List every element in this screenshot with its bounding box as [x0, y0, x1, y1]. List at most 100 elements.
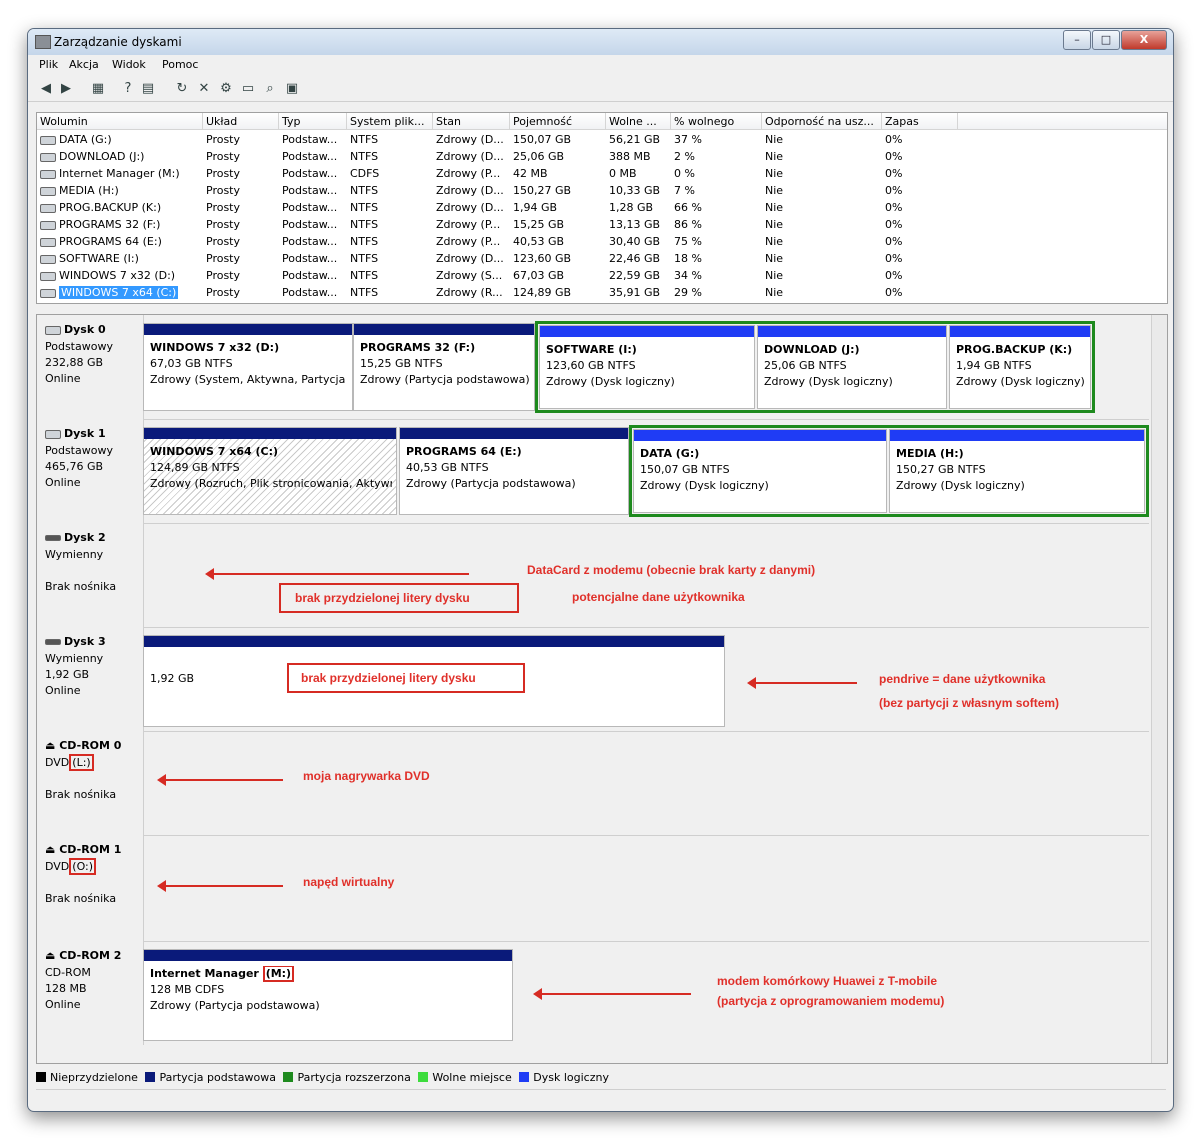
partition-bar	[540, 326, 754, 337]
annotation-virtual-drive: napęd wirtualny	[303, 875, 395, 889]
delete-icon[interactable]: ✕	[196, 81, 212, 97]
disk-size: 232,88 GB	[45, 356, 104, 369]
partition-bar	[354, 324, 534, 335]
close-button[interactable]: X	[1121, 30, 1167, 50]
disk-0-label[interactable]: Dysk 0 Podstawowy 232,88 GB Online	[37, 315, 144, 419]
volume-icon	[40, 237, 56, 247]
disk-icon	[45, 325, 61, 335]
cdrom-0-label[interactable]: ⏏ CD-ROM 0 DVD (L:) Brak nośnika	[37, 731, 144, 835]
partition-software[interactable]: SOFTWARE (I:) 123,60 GB NTFS Zdrowy (Dysk …	[539, 325, 755, 409]
disk-icon	[45, 429, 61, 439]
annotation-arrow	[533, 988, 691, 1000]
cdrom-2-label[interactable]: ⏏ CD-ROM 2 CD-ROM 128 MB Online	[37, 941, 144, 1045]
disk-name: CD-ROM 1	[59, 843, 122, 856]
volume-row[interactable]: DATA (G:) Prosty Podstaw... NTFS Zdrowy (D..…	[37, 131, 1167, 148]
disk-1-label[interactable]: Dysk 1 Podstawowy 465,76 GB Online	[37, 419, 144, 523]
partition-media[interactable]: MEDIA (H:) 150,27 GB NTFS Zdrowy (Dysk log…	[889, 429, 1145, 513]
legend-swatch-extended	[283, 1072, 294, 1082]
volume-cell: Podstaw...	[282, 252, 338, 265]
cdrom-1-label[interactable]: ⏏ CD-ROM 1 DVD (O:) Brak nośnika	[37, 835, 144, 941]
toolbar: ◀ ▶ ▦ ? ▤ ↻ ✕ ⚙ ▭ ⌕ ▣	[28, 77, 1173, 102]
volume-row[interactable]: Internet Manager (M:) Prosty Podstaw... CDF…	[37, 165, 1167, 182]
maximize-button[interactable]: □	[1092, 30, 1120, 50]
partition-size: 123,60 GB NTFS	[546, 359, 636, 372]
menu-akcja[interactable]: Akcja	[69, 58, 99, 71]
open-folder-icon[interactable]: ▭	[240, 81, 256, 97]
partition-prog-backup[interactable]: PROG.BACKUP (K:) 1,94 GB NTFS Zdrowy (Dysk…	[949, 325, 1091, 409]
volume-name-cell: PROG.BACKUP (K:)	[40, 199, 161, 216]
disk-3-label[interactable]: Dysk 3 Wymienny 1,92 GB Online	[37, 627, 144, 731]
volume-cell: 22,59 GB	[609, 269, 661, 282]
partition-state: Zdrowy (Partycja podstawowa)	[406, 477, 576, 490]
volume-cell: 0%	[885, 201, 903, 214]
volume-row[interactable]: PROG.BACKUP (K:) Prosty Podstaw... NTFS Zdro…	[37, 199, 1167, 216]
partition-windows7-x64[interactable]: WINDOWS 7 x64 (C:) 124,89 GB NTFS Zdrowy (…	[143, 427, 397, 515]
volume-cell: Zdrowy (D...	[436, 201, 504, 214]
volume-cell: Nie	[765, 150, 784, 163]
menu-plik[interactable]: Plik	[39, 58, 58, 71]
legend: Nieprzydzielone Partycja podstawowa Part…	[36, 1069, 609, 1087]
menu-widok[interactable]: Widok	[112, 58, 146, 71]
search-icon[interactable]: ⌕	[262, 81, 278, 97]
volume-row[interactable]: PROGRAMS 64 (E:) Prosty Podstaw... NTFS Zdro…	[37, 233, 1167, 250]
volume-row[interactable]: DOWNLOAD (J:) Prosty Podstaw... NTFS Zdrowy …	[37, 148, 1167, 165]
partition-data[interactable]: DATA (G:) 150,07 GB NTFS Zdrowy (Dysk logi…	[633, 429, 887, 513]
title-bar[interactable]: Zarządzanie dyskami – □ X	[28, 29, 1173, 55]
settings-icon[interactable]: ⚙	[218, 81, 234, 97]
partition-programs32[interactable]: PROGRAMS 32 (F:) 15,25 GB NTFS Zdrowy (Par…	[353, 323, 535, 411]
partition-internet-manager[interactable]: Internet Manager (M:) 128 MB CDFS Zdrowy (…	[143, 949, 513, 1041]
volume-row[interactable]: PROGRAMS 32 (F:) Prosty Podstaw... NTFS Zdro…	[37, 216, 1167, 233]
menu-pomoc[interactable]: Pomoc	[162, 58, 198, 71]
partition-state: Zdrowy (Rozruch, Plik stronicowania, Akt…	[150, 477, 392, 490]
disk-2-label[interactable]: Dysk 2 Wymienny Brak nośnika	[37, 523, 144, 627]
volume-cell: NTFS	[350, 133, 379, 146]
partition-programs64[interactable]: PROGRAMS 64 (E:) 40,53 GB NTFS Zdrowy (Par…	[399, 427, 629, 515]
window-title: Zarządzanie dyskami	[54, 35, 182, 49]
disk-type: DVD	[45, 756, 70, 769]
back-icon[interactable]: ◀	[38, 81, 54, 97]
col-wolumin[interactable]: Wolumin	[37, 113, 203, 130]
annotation-user-data: potencjalne dane użytkownika	[572, 590, 745, 604]
col-pojemnosc[interactable]: Pojemność	[510, 113, 606, 130]
properties-grid-icon[interactable]: ▦	[90, 81, 106, 97]
disk-2-row: Dysk 2 Wymienny Brak nośnika DataCard z …	[37, 523, 1149, 628]
volume-cell: Podstaw...	[282, 184, 338, 197]
refresh-icon[interactable]: ↻	[174, 81, 190, 97]
volume-name-cell: MEDIA (H:)	[40, 182, 119, 199]
col-uklad[interactable]: Układ	[203, 113, 279, 130]
forward-icon[interactable]: ▶	[58, 81, 74, 97]
volume-row[interactable]: WINDOWS 7 x32 (D:) Prosty Podstaw... NTFS Zd…	[37, 267, 1167, 284]
partition-download[interactable]: DOWNLOAD (J:) 25,06 GB NTFS Zdrowy (Dysk l…	[757, 325, 947, 409]
volume-cell: 66 %	[674, 201, 702, 214]
volume-cell: 67,03 GB	[513, 269, 565, 282]
volume-cell: 1,94 GB	[513, 201, 558, 214]
disk-wizard-icon[interactable]: ▣	[284, 81, 300, 97]
volume-cell: Zdrowy (P...	[436, 235, 501, 248]
disk-name: CD-ROM 2	[59, 949, 122, 962]
minimize-button[interactable]: –	[1063, 30, 1091, 50]
volume-cell: 124,89 GB	[513, 286, 572, 299]
col-zapas[interactable]: Zapas	[882, 113, 958, 130]
help-icon[interactable]: ?	[120, 81, 136, 97]
vertical-scrollbar[interactable]	[1151, 315, 1167, 1063]
volume-cell: Nie	[765, 235, 784, 248]
col-stan[interactable]: Stan	[433, 113, 510, 130]
volume-cell: 18 %	[674, 252, 702, 265]
partition-windows7-x32[interactable]: WINDOWS 7 x32 (D:) 67,03 GB NTFS Zdrowy (S…	[143, 323, 353, 411]
col-procent-wolnego[interactable]: % wolnego	[671, 113, 762, 130]
disk-size: 1,92 GB	[45, 668, 90, 681]
volume-cell: Prosty	[206, 150, 241, 163]
partition-state: Zdrowy (Dysk logiczny)	[764, 375, 893, 388]
col-system-plikow[interactable]: System plik...	[347, 113, 433, 130]
volume-cell: 30,40 GB	[609, 235, 661, 248]
col-odpornosc[interactable]: Odporność na usz...	[762, 113, 882, 130]
volume-row[interactable]: SOFTWARE (I:) Prosty Podstaw... NTFS Zdrowy …	[37, 250, 1167, 267]
disk-status: Online	[45, 372, 81, 385]
volume-row[interactable]: WINDOWS 7 x64 (C:) Prosty Podstaw... NTFS Zd…	[37, 284, 1167, 301]
col-typ[interactable]: Typ	[279, 113, 347, 130]
volume-row[interactable]: MEDIA (H:) Prosty Podstaw... NTFS Zdrowy (D.…	[37, 182, 1167, 199]
view-icon[interactable]: ▤	[140, 81, 156, 97]
partition-state: Zdrowy (System, Aktywna, Partycja p	[150, 373, 348, 386]
col-wolne[interactable]: Wolne ...	[606, 113, 671, 130]
partition-name: PROG.BACKUP (K:)	[956, 343, 1073, 356]
